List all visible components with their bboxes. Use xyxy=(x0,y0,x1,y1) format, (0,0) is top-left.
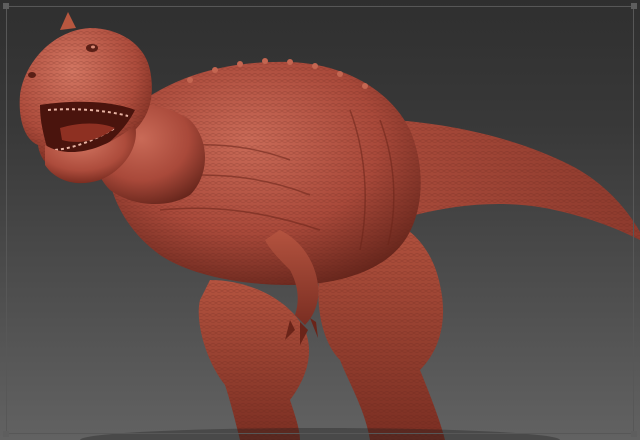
dinosaur-sculpt-icon xyxy=(19,12,640,440)
frame-corner-top-left xyxy=(3,3,9,9)
nostril xyxy=(28,72,36,78)
frame-corner-bottom-left xyxy=(3,431,9,437)
head-crest xyxy=(60,12,76,30)
frame-corner-bottom-right xyxy=(631,431,637,437)
ground-shadow xyxy=(80,428,560,440)
frame-corner-top-right xyxy=(631,3,637,9)
render-viewport xyxy=(0,0,640,440)
